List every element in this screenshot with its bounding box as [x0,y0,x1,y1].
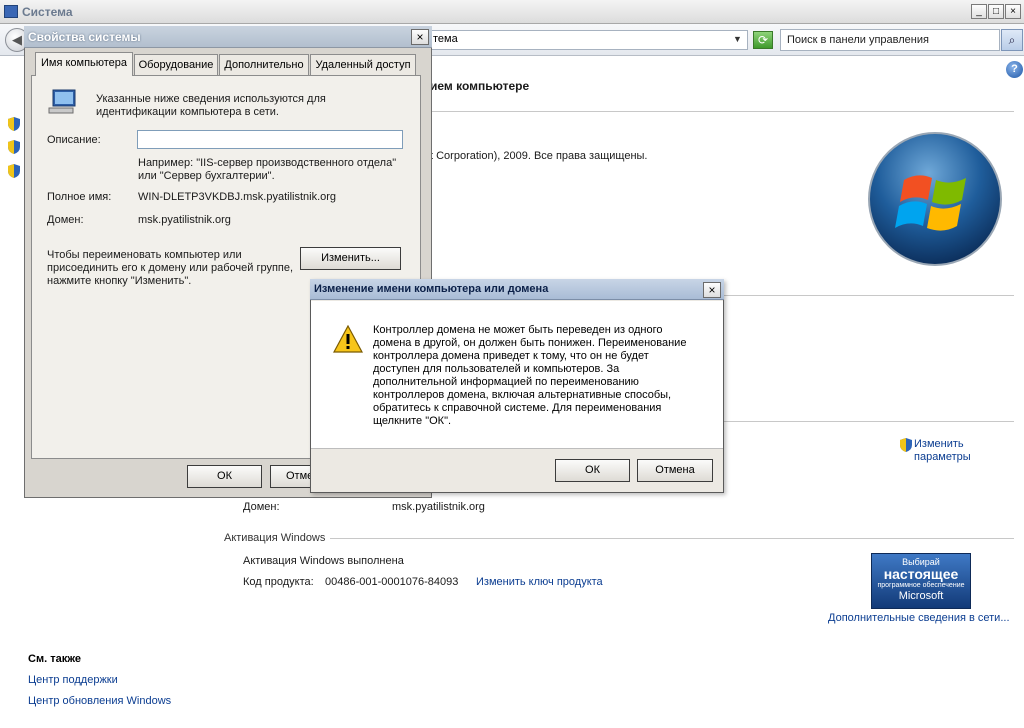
genuine-line2: настоящее [883,566,959,582]
windows-update-link[interactable]: Центр обновления Windows [28,695,171,707]
search-placeholder: Поиск в панели управления [787,34,929,46]
see-also-title: См. также [28,653,81,665]
genuine-line3: программное обеспечение [877,582,965,589]
system-properties-close-button[interactable]: × [411,29,429,45]
help-button[interactable]: ? [1006,61,1023,78]
page-heading: ием компьютере [430,79,530,93]
description-label: Описание: [47,134,101,146]
warning-icon [333,325,363,353]
warning-title: Изменение имени компьютера или домена [314,283,549,295]
rename-line1: Чтобы переименовать компьютер или [47,249,242,261]
domain-label: Домен: [243,501,280,513]
copyright-text: t Corporation), 2009. Все права защищены… [430,150,648,162]
system-window-icon [4,5,18,18]
tab-remote[interactable]: Удаленный доступ [310,54,416,75]
warning-message-line: контроллера домена приведет к тому, что … [373,350,649,362]
warning-message-line: контроллеров домена, включая альтернатив… [373,389,672,401]
product-key-value: 00486-001-0001076-84093 [325,576,459,588]
tab-hardware[interactable]: Оборудование [134,54,218,75]
support-center-link[interactable]: Центр поддержки [28,674,118,686]
shield-icon[interactable] [8,117,20,131]
shield-icon[interactable] [8,140,20,154]
tab-computer-name[interactable]: Имя компьютера [35,52,133,76]
divider [724,421,1014,422]
change-button[interactable]: Изменить... [300,247,401,270]
example-line2: или "Сервер бухгалтерии". [138,170,275,182]
close-button[interactable]: × [1005,4,1021,19]
rename-line3: нажмите кнопку "Изменить". [47,275,192,287]
warning-message-line: домена в другой, он должен быть понижен.… [373,337,687,349]
more-info-online-link[interactable]: Дополнительные сведения в сети... [828,612,1010,624]
search-button[interactable]: ⌕ [1001,29,1023,51]
warning-message-line: щелкните "ОК". [373,415,452,427]
refresh-button[interactable]: ⟳ [753,31,773,49]
shield-icon [900,438,912,452]
genuine-line4: Microsoft [898,590,944,602]
sysprops-domain-label: Домен: [47,214,84,226]
address-dropdown-icon[interactable]: ▼ [733,34,742,44]
warning-message-line: дополнительной информацией по переименов… [373,376,639,388]
warning-close-button[interactable]: × [703,282,721,298]
warning-cancel-button[interactable]: Отмена [637,459,713,482]
warning-message-line: Контроллер домена не может быть переведе… [373,324,663,336]
address-bar[interactable] [430,30,748,50]
rename-line2: присоединить его к домену или рабочей гр… [47,262,294,274]
sysprops-domain-value: msk.pyatilistnik.org [138,214,231,226]
product-key-label: Код продукта: [243,576,314,588]
refresh-icon: ⟳ [757,33,769,47]
intro-line1: Указанные ниже сведения используются для [96,93,326,105]
window-title: Система [22,5,73,19]
main-titlebar [0,0,1024,24]
change-product-key-link[interactable]: Изменить ключ продукта [476,576,603,588]
domain-value: msk.pyatilistnik.org [392,501,485,513]
fullname-label: Полное имя: [47,191,112,203]
sysprops-ok-button[interactable]: ОК [187,465,262,488]
fullname-value: WIN-DLETP3VKDBJ.msk.pyatilistnik.org [138,191,337,203]
computer-icon [48,89,76,114]
windows-logo [868,132,1002,266]
example-line1: Например: "IIS-сервер производственного … [138,157,397,169]
genuine-microsoft-badge[interactable]: Выбирай настоящее программное обеспечени… [871,553,971,609]
description-input[interactable] [137,130,403,149]
warning-ok-button[interactable]: ОК [555,459,630,482]
warning-message: Контроллер домена не может быть переведе… [373,324,703,428]
address-text: тема [433,33,458,45]
divider [430,111,1014,112]
minimize-button[interactable]: _ [971,4,987,19]
maximize-button[interactable]: □ [988,4,1004,19]
shield-icon[interactable] [8,164,20,178]
activation-section-title: Активация Windows [224,532,326,544]
intro-line2: идентификации компьютера в сети. [96,106,279,118]
change-settings-link[interactable]: Изменить [914,438,964,450]
back-arrow-icon: ◀ [12,32,22,47]
activation-status: Активация Windows выполнена [243,555,404,567]
search-icon: ⌕ [1008,33,1016,47]
change-settings-link-line2[interactable]: параметры [914,451,971,463]
tab-advanced[interactable]: Дополнительно [219,54,309,75]
windows-flag-icon [895,175,966,231]
warning-message-line: обратитесь к справочной системе. Для пер… [373,402,662,414]
divider [330,538,1014,539]
system-properties-title: Свойства системы [28,30,141,44]
warning-message-line: доступен для пользователей и компьютеров… [373,363,620,375]
